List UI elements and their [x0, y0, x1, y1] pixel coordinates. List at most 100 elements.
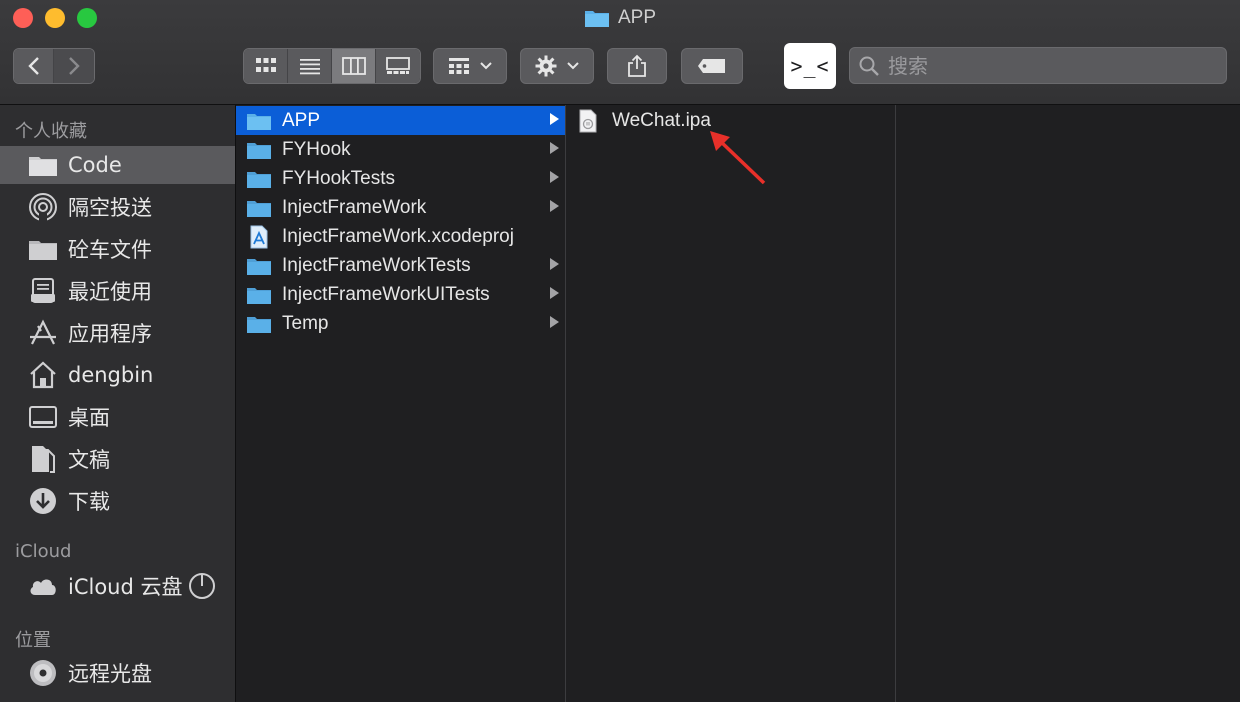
sidebar-item-label: 应用程序 — [68, 322, 152, 346]
disclosure-arrow-icon — [550, 113, 559, 125]
column-view-button[interactable] — [332, 49, 376, 83]
sidebar-item-label: 下载 — [68, 490, 110, 514]
file-row-app[interactable]: APP — [236, 106, 565, 135]
list-view-button[interactable] — [288, 49, 332, 83]
file-name: InjectFrameWork.xcodeproj — [282, 225, 514, 247]
disclosure-arrow-icon — [550, 287, 559, 299]
sidebar-item-applications[interactable]: 应用程序 — [0, 314, 235, 352]
group-button[interactable] — [433, 48, 507, 84]
browser-column-3 — [896, 105, 1240, 702]
search-field[interactable] — [849, 47, 1227, 84]
folder-icon — [246, 256, 272, 276]
disclosure-arrow-icon — [550, 142, 559, 154]
gallery-icon — [386, 57, 410, 74]
file-row-injectframeworktests[interactable]: InjectFrameWorkTests — [236, 251, 565, 280]
sidebar-item-label: 远程光盘 — [68, 662, 152, 686]
share-button[interactable] — [607, 48, 667, 84]
file-row-temp[interactable]: Temp — [236, 309, 565, 338]
folder-icon — [28, 234, 58, 264]
icon-view-button[interactable] — [244, 49, 288, 83]
file-name: APP — [282, 109, 321, 131]
file-row-injectframeworkuitests[interactable]: InjectFrameWorkUITests — [236, 280, 565, 309]
cloud-icon — [28, 571, 58, 601]
sidebar-item-label: 文稿 — [68, 448, 110, 472]
sidebar-item-code[interactable]: Code — [0, 146, 235, 184]
sidebar-item-icloud-drive[interactable]: iCloud 云盘 — [0, 567, 235, 605]
sidebar-item-label: 桌面 — [68, 406, 110, 430]
sidebar-item-remote-disc[interactable]: 远程光盘 — [0, 654, 235, 692]
home-icon — [28, 360, 58, 390]
group-grid-icon — [449, 58, 469, 74]
folder-icon — [246, 285, 272, 305]
tag-button[interactable] — [681, 48, 743, 84]
sidebar-item-recents[interactable]: 最近使用 — [0, 272, 235, 310]
search-icon — [859, 56, 879, 76]
file-name: InjectFrameWorkUITests — [282, 283, 490, 305]
file-row-fyhook[interactable]: FYHook — [236, 135, 565, 164]
sidebar-item-label: Code — [68, 153, 122, 177]
sidebar-item-home[interactable]: dengbin — [0, 356, 235, 394]
folder-icon — [246, 140, 272, 160]
disclosure-arrow-icon — [550, 200, 559, 212]
file-name: InjectFrameWork — [282, 196, 427, 218]
finder-window: APP >_< 搜索 个人收藏 Code 隔空投送 砼车文件 最近使用 应用程序… — [0, 0, 1240, 702]
sidebar-item-label: 砼车文件 — [68, 238, 152, 262]
folder-icon — [584, 11, 609, 27]
folder-icon — [246, 169, 272, 189]
folder-icon — [246, 198, 272, 218]
favorites-header: 个人收藏 — [15, 121, 87, 142]
sidebar-item-label: 最近使用 — [68, 280, 152, 304]
folder-icon — [246, 111, 272, 131]
sidebar-item-documents[interactable]: 文稿 — [0, 440, 235, 478]
file-name: Temp — [282, 312, 329, 334]
terminal-button[interactable]: >_< — [784, 43, 836, 89]
icloud-header: iCloud — [15, 541, 72, 562]
terminal-label: >_< — [790, 54, 830, 78]
sidebar-item-label: iCloud 云盘 — [68, 575, 183, 599]
chevron-right-icon — [69, 57, 80, 75]
file-row-injectframework[interactable]: InjectFrameWork — [236, 193, 565, 222]
chevron-left-icon — [27, 57, 39, 75]
gear-icon — [535, 55, 557, 77]
disc-icon — [28, 658, 58, 688]
sidebar: 个人收藏 Code 隔空投送 砼车文件 最近使用 应用程序 dengbin 桌面… — [0, 105, 236, 702]
folder-icon — [246, 314, 272, 334]
back-button[interactable] — [14, 49, 54, 83]
xcodeproj-icon — [246, 225, 272, 248]
storage-progress-icon — [189, 573, 215, 599]
view-mode-control — [243, 48, 421, 84]
file-name: FYHookTests — [282, 167, 395, 189]
sidebar-item-airdrop[interactable]: 隔空投送 — [0, 188, 235, 226]
sidebar-item-downloads[interactable]: 下载 — [0, 482, 235, 520]
ipa-file-icon — [578, 109, 600, 133]
annotation-arrow-icon — [710, 131, 766, 185]
list-icon — [299, 59, 320, 75]
forward-button[interactable] — [54, 49, 94, 83]
recents-icon — [28, 276, 58, 306]
grid-icon — [255, 58, 276, 72]
downloads-icon — [28, 486, 58, 516]
folder-icon — [28, 150, 58, 180]
sidebar-item-files[interactable]: 砼车文件 — [0, 230, 235, 268]
file-row-fyhooktests[interactable]: FYHookTests — [236, 164, 565, 193]
chevron-down-icon — [567, 62, 579, 70]
applications-icon — [28, 318, 58, 348]
disclosure-arrow-icon — [550, 258, 559, 270]
action-button[interactable] — [520, 48, 594, 84]
locations-header: 位置 — [15, 630, 51, 651]
sidebar-item-label: 隔空投送 — [68, 196, 152, 220]
desktop-icon — [28, 402, 58, 432]
file-name: InjectFrameWorkTests — [282, 254, 471, 276]
sidebar-item-label: dengbin — [68, 363, 154, 387]
nav-buttons — [13, 48, 95, 84]
sidebar-item-desktop[interactable]: 桌面 — [0, 398, 235, 436]
file-row-xcodeproj[interactable]: InjectFrameWork.xcodeproj — [236, 222, 565, 251]
tag-icon — [698, 59, 725, 73]
file-name: WeChat.ipa — [612, 109, 711, 131]
chevron-down-icon — [480, 62, 492, 70]
disclosure-arrow-icon — [550, 171, 559, 183]
documents-icon — [28, 444, 58, 474]
window-title-text: APP — [617, 7, 657, 28]
search-input[interactable] — [886, 52, 1210, 79]
gallery-view-button[interactable] — [376, 49, 420, 83]
